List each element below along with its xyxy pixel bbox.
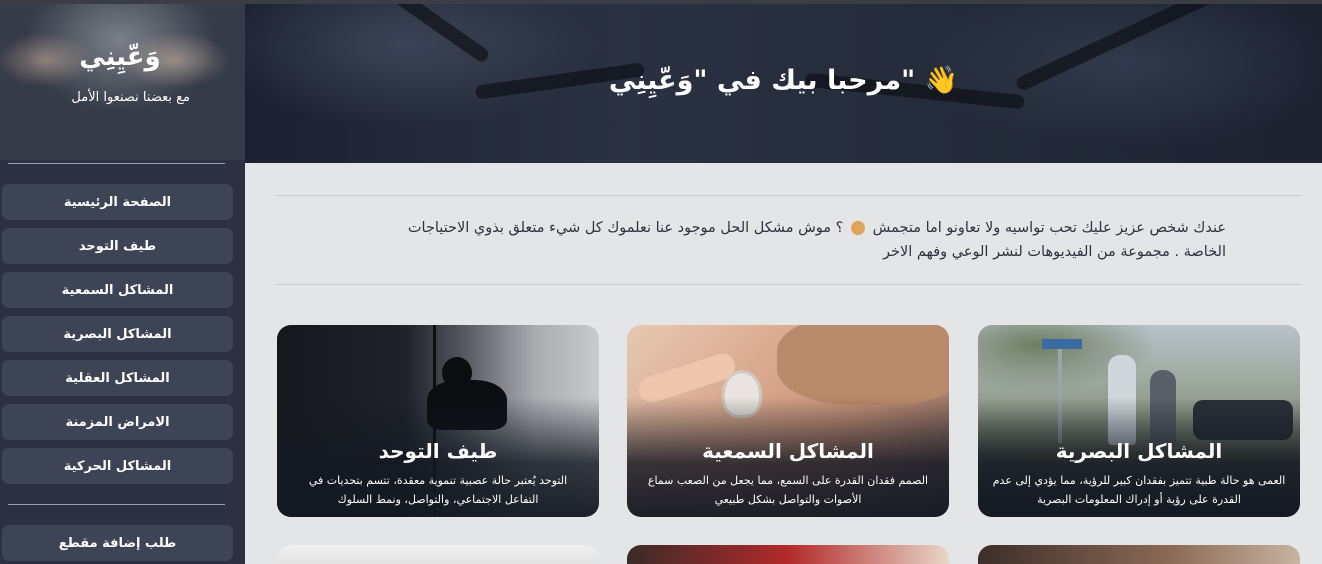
intro-line1-part2: ؟ موش مشكل الحل موجود عنا نعلموك كل شيء … xyxy=(407,220,844,236)
sidebar-divider-top xyxy=(8,163,225,164)
card-hearing-hair xyxy=(777,325,949,405)
sidebar-item-motor[interactable]: المشاكل الحركية xyxy=(2,448,233,484)
card-visual-street-sign xyxy=(1042,339,1082,349)
hero-title: مرحبا بيك في "وَعّيِنِي" 👋 xyxy=(608,65,959,96)
card-visual[interactable]: المشاكل البصرية العمى هو حالة طبية تتميز… xyxy=(978,325,1300,517)
site-logo[interactable]: وَعّيِنِي xyxy=(0,42,240,72)
site-tagline: مع بعضنا نصنعوا الأمل xyxy=(71,90,190,105)
card-visual-trees xyxy=(978,325,1300,395)
card-next-row-middle[interactable] xyxy=(627,545,949,564)
sidebar-item-autism[interactable]: طيف التوحد xyxy=(2,228,233,264)
card-autism-description: التوحد يُعتبر حالة عصبية تنموية معقدة، ت… xyxy=(308,474,568,506)
hero-hand-left-shape xyxy=(319,4,491,65)
card-visual-title: المشاكل البصرية xyxy=(1055,439,1223,463)
hero-banner: مرحبا بيك في "وَعّيِنِي" 👋 xyxy=(245,4,1322,163)
sidebar-divider-bottom xyxy=(8,504,225,505)
card-hearing-description: الصمم فقدان القدرة على السمع، مما يجعل م… xyxy=(647,474,929,506)
sidebar-item-hearing[interactable]: المشاكل السمعية xyxy=(2,272,233,308)
request-video-button[interactable]: طلب إضافة مقطع xyxy=(2,525,233,561)
intro-line1-part1: عندك شخص عزيز عليك تحب تواسيه ولا تعاونو… xyxy=(872,220,1226,236)
card-autism-title: طيف التوحد xyxy=(378,439,498,463)
card-next-row-right[interactable] xyxy=(978,545,1300,564)
intro-divider-bottom xyxy=(276,284,1301,285)
intro-line2: الخاصة . مجموعة من الفيديوهات لنشر الوعي… xyxy=(883,244,1226,260)
sidebar-header-image xyxy=(0,0,245,160)
intro-text: عندك شخص عزيز عليك تحب تواسيه ولا تعاونو… xyxy=(280,216,1226,264)
sidebar-item-home[interactable]: الصفحة الرئيسية xyxy=(2,184,233,220)
intro-divider-top xyxy=(276,195,1301,196)
card-next-row-left[interactable] xyxy=(277,545,599,564)
sidebar: وَعّيِنِي مع بعضنا نصنعوا الأمل الصفحة ا… xyxy=(0,0,245,564)
card-hearing-title: المشاكل السمعية xyxy=(702,439,874,463)
sidebar-item-mental[interactable]: المشاكل العقلية xyxy=(2,360,233,396)
window-top-border xyxy=(0,0,1322,4)
card-hearing[interactable]: المشاكل السمعية الصمم فقدان القدرة على ا… xyxy=(627,325,949,517)
card-visual-description: العمى هو حالة طبية تتميز بفقدان كبير للر… xyxy=(992,474,1286,506)
sidebar-item-chronic[interactable]: الامراض المزمنة xyxy=(2,404,233,440)
handshake-heart-icon xyxy=(850,221,865,235)
card-autism[interactable]: طيف التوحد التوحد يُعتبر حالة عصبية تنمو… xyxy=(277,325,599,517)
sidebar-item-visual[interactable]: المشاكل البصرية xyxy=(2,316,233,352)
